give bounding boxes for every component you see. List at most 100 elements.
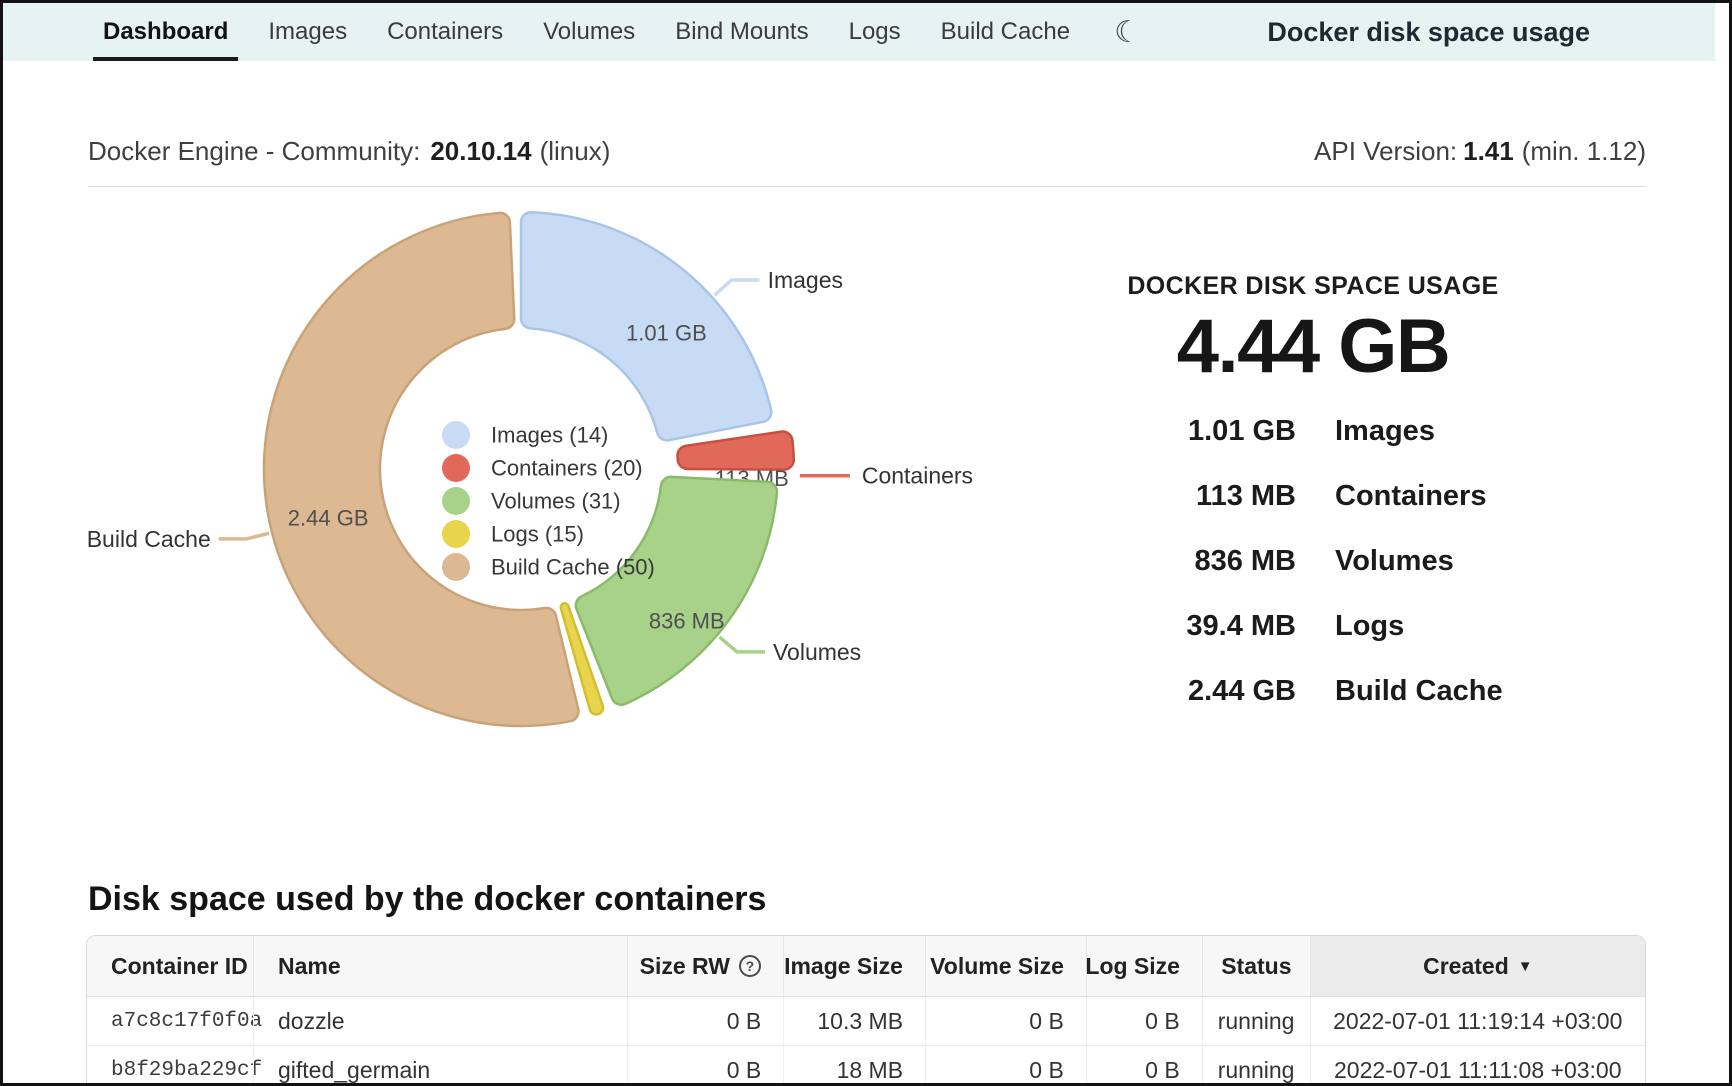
crescent-moon-icon: ☾ bbox=[1114, 15, 1141, 50]
column-label: Container ID bbox=[111, 953, 248, 980]
usage-row-value: 2.44 GB bbox=[1043, 675, 1296, 708]
callout-label-build-cache: Build Cache bbox=[87, 526, 211, 552]
usage-row-value: 1.01 GB bbox=[1043, 415, 1296, 448]
column-label: Volume Size bbox=[930, 953, 1064, 980]
legend-swatch-images bbox=[442, 421, 470, 449]
tab-dashboard[interactable]: Dashboard bbox=[103, 3, 228, 61]
tab-containers[interactable]: Containers bbox=[387, 3, 503, 61]
legend-item-images[interactable]: Images (14) bbox=[442, 421, 608, 449]
column-label: Log Size bbox=[1085, 953, 1180, 980]
legend-label: Build Cache (50) bbox=[491, 555, 655, 580]
cell-image-size: 18 MB bbox=[783, 1046, 925, 1086]
usage-row-containers: 113 MB Containers bbox=[1043, 464, 1583, 529]
legend-item-volumes[interactable]: Volumes (31) bbox=[442, 487, 621, 515]
column-header-created[interactable]: Created ▼ bbox=[1310, 936, 1645, 996]
callout-line-images bbox=[714, 280, 759, 295]
cell-log-size: 0 B bbox=[1086, 997, 1202, 1045]
usage-row-label: Build Cache bbox=[1335, 675, 1503, 708]
sort-desc-icon: ▼ bbox=[1518, 958, 1533, 975]
tab-images[interactable]: Images bbox=[268, 3, 347, 61]
legend-swatch-containers bbox=[442, 454, 470, 482]
engine-version-text: Docker Engine - Community:20.10.14(linux… bbox=[88, 136, 610, 167]
usage-row-label: Logs bbox=[1335, 610, 1404, 643]
cell-volume-size: 0 B bbox=[925, 997, 1086, 1045]
legend-swatch-volumes bbox=[442, 487, 470, 515]
cell-status: running bbox=[1202, 997, 1310, 1045]
cell-size-rw: 0 B bbox=[627, 997, 783, 1045]
segment-value-label-images: 1.01 GB bbox=[626, 321, 707, 346]
legend-item-containers[interactable]: Containers (20) bbox=[442, 454, 643, 482]
help-icon[interactable]: ? bbox=[739, 955, 761, 977]
dark-mode-toggle[interactable]: ☾ bbox=[1114, 3, 1141, 61]
cell-status: running bbox=[1202, 1046, 1310, 1086]
app-window: 1.01 GB Images 113 MB Containers 836 MB Volum… bbox=[0, 0, 1732, 1086]
column-label: Image Size bbox=[784, 953, 903, 980]
column-header-image-size[interactable]: Image Size bbox=[783, 936, 925, 996]
callout-line-build-cache bbox=[219, 533, 269, 539]
engine-platform: (linux) bbox=[540, 136, 611, 166]
usage-panel-heading: DOCKER DISK SPACE USAGE bbox=[1043, 271, 1583, 301]
legend-label: Logs (15) bbox=[491, 522, 584, 547]
usage-row-build-cache: 2.44 GB Build Cache bbox=[1043, 659, 1583, 724]
usage-row-label: Containers bbox=[1335, 480, 1486, 513]
legend-label: Images (14) bbox=[491, 423, 608, 448]
legend-label: Containers (20) bbox=[491, 456, 643, 481]
column-label: Name bbox=[278, 953, 341, 980]
cell-container-id: b8f29ba229cf bbox=[87, 1046, 253, 1086]
usage-row-logs: 39.4 MB Logs bbox=[1043, 594, 1583, 659]
legend-item-logs[interactable]: Logs (15) bbox=[442, 520, 584, 548]
tab-build-cache[interactable]: Build Cache bbox=[941, 3, 1070, 61]
api-version-text: API Version:1.41(min. 1.12) bbox=[1314, 136, 1646, 167]
legend-label: Volumes (31) bbox=[491, 489, 621, 514]
containers-table: Container IDNameSize RW?Image SizeVolume… bbox=[86, 935, 1646, 1086]
column-label: Size RW bbox=[640, 953, 730, 980]
horizontal-divider bbox=[88, 186, 1646, 187]
callout-label-containers: Containers bbox=[862, 463, 973, 489]
api-min-version: (min. 1.12) bbox=[1522, 136, 1646, 166]
tab-bind-mounts[interactable]: Bind Mounts bbox=[675, 3, 808, 61]
engine-info-row: Docker Engine - Community:20.10.14(linux… bbox=[88, 136, 1646, 167]
table-body: a7c8c17f0f0adozzle0 B10.3 MB0 B0 Brunnin… bbox=[87, 997, 1645, 1086]
usage-rows: 1.01 GB Images 113 MB Containers 836 MB Volum… bbox=[1043, 399, 1583, 724]
column-header-container-id[interactable]: Container ID bbox=[87, 936, 253, 996]
usage-row-value: 113 MB bbox=[1043, 480, 1296, 513]
usage-row-label: Images bbox=[1335, 415, 1435, 448]
callout-label-volumes: Volumes bbox=[773, 639, 861, 665]
tab-logs[interactable]: Logs bbox=[849, 3, 901, 61]
segment-value-label-build-cache: 2.44 GB bbox=[288, 506, 369, 531]
table-header-row: Container IDNameSize RW?Image SizeVolume… bbox=[87, 936, 1645, 997]
usage-row-value: 39.4 MB bbox=[1043, 610, 1296, 643]
column-header-status[interactable]: Status bbox=[1202, 936, 1310, 996]
column-header-name[interactable]: Name bbox=[253, 936, 627, 996]
cell-log-size: 0 B bbox=[1086, 1046, 1202, 1086]
cell-name: gifted_germain bbox=[253, 1046, 627, 1086]
cell-created: 2022-07-01 11:19:14 +03:00 bbox=[1310, 997, 1645, 1045]
nav-tabs: Dashboard Images Containers Volumes Bind Mou… bbox=[103, 3, 1070, 61]
column-label: Status bbox=[1221, 953, 1291, 980]
cell-image-size: 10.3 MB bbox=[783, 997, 925, 1045]
cell-name: dozzle bbox=[253, 997, 627, 1045]
table-row: a7c8c17f0f0adozzle0 B10.3 MB0 B0 Brunnin… bbox=[87, 997, 1645, 1046]
tab-volumes[interactable]: Volumes bbox=[543, 3, 635, 61]
table-row: b8f29ba229cfgifted_germain0 B18 MB0 B0 B… bbox=[87, 1046, 1645, 1086]
legend-swatch-logs bbox=[442, 520, 470, 548]
callout-label-images: Images bbox=[768, 267, 843, 293]
engine-version: 20.10.14 bbox=[430, 136, 531, 166]
usage-row-images: 1.01 GB Images bbox=[1043, 399, 1583, 464]
usage-row-value: 836 MB bbox=[1043, 545, 1296, 578]
callout-line-volumes bbox=[719, 637, 765, 652]
column-label: Created bbox=[1423, 953, 1509, 980]
segment-containers[interactable] bbox=[677, 432, 793, 470]
top-navbar: Dashboard Images Containers Volumes Bind Mou… bbox=[3, 3, 1715, 61]
app-title: Docker disk space usage bbox=[1267, 3, 1590, 61]
column-header-size-rw[interactable]: Size RW? bbox=[627, 936, 783, 996]
usage-row-label: Volumes bbox=[1335, 545, 1454, 578]
legend-item-build-cache[interactable]: Build Cache (50) bbox=[442, 553, 655, 581]
usage-row-volumes: 836 MB Volumes bbox=[1043, 529, 1583, 594]
column-header-volume-size[interactable]: Volume Size bbox=[925, 936, 1086, 996]
segment-value-label-volumes: 836 MB bbox=[649, 609, 725, 634]
usage-total-value: 4.44 GB bbox=[1043, 307, 1583, 387]
cell-container-id: a7c8c17f0f0a bbox=[87, 997, 253, 1045]
column-header-log-size[interactable]: Log Size bbox=[1086, 936, 1202, 996]
legend-swatch-build-cache bbox=[442, 553, 470, 581]
